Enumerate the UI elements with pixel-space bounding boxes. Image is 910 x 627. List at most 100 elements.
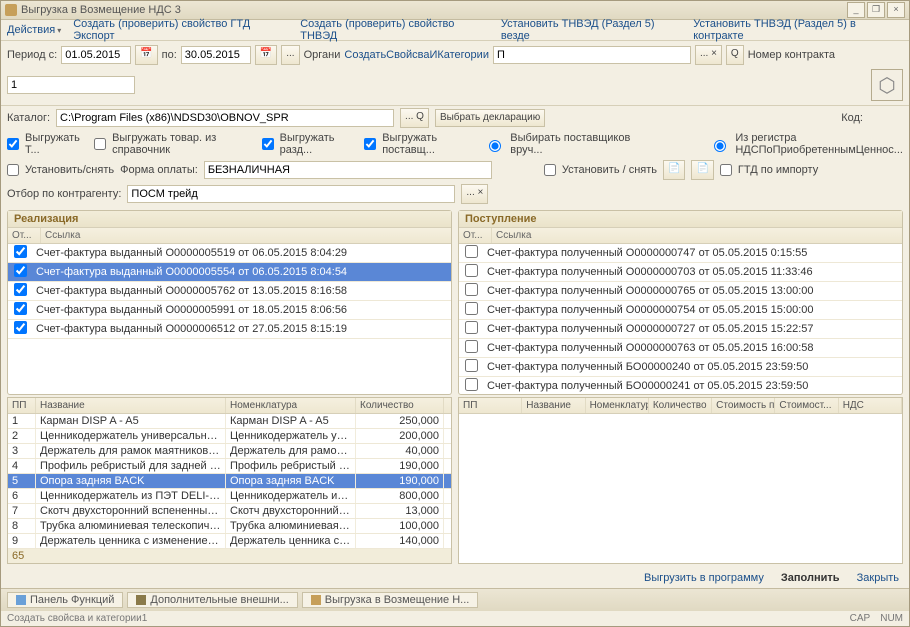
list-item[interactable]: Счет-фактура полученный БО00000241 от 05… [459, 377, 902, 394]
row-check[interactable] [465, 264, 478, 277]
list-item[interactable]: Счет-фактура полученный О0000000747 от 0… [459, 244, 902, 263]
close-link[interactable]: Закрыть [857, 572, 899, 584]
list-item[interactable]: Счет-фактура выданный О0000006512 от 27.… [8, 320, 451, 339]
row-check[interactable] [14, 302, 27, 315]
catalog-input[interactable] [56, 109, 394, 127]
contract-input[interactable] [7, 76, 135, 94]
status-tab-2[interactable]: Дополнительные внешни... [127, 592, 297, 608]
minimize-button[interactable]: _ [847, 2, 865, 18]
row-check[interactable] [465, 321, 478, 334]
list-item[interactable]: Счет-фактура полученный О0000000703 от 0… [459, 263, 902, 282]
row-check[interactable] [465, 340, 478, 353]
menu-tnved-all[interactable]: Установить ТНВЭД (Раздел 5) везде [501, 18, 681, 42]
menu-gtd-export[interactable]: Создать (проверить) свойство ГТД Экспорт [73, 18, 288, 42]
row-text: Счет-фактура выданный О0000005991 от 18.… [32, 304, 451, 316]
table-row[interactable]: 9Держатель ценника с изменением угла н..… [8, 534, 451, 549]
row-check[interactable] [14, 283, 27, 296]
list-ico2[interactable]: 📄 [691, 160, 713, 180]
col-link[interactable]: Ссылка [41, 228, 451, 243]
chk-gtd-import[interactable] [720, 164, 732, 176]
menu-actions[interactable]: Действия▾ [7, 24, 61, 36]
list-item[interactable]: Счет-фактура выданный О0000005991 от 18.… [8, 301, 451, 320]
grid-col[interactable]: Номенклатура [226, 398, 356, 413]
list-ico1[interactable]: 📄 [663, 160, 685, 180]
items-grid-left-body[interactable]: 1Карман DISP A - A5Карман DISP A - A5250… [8, 414, 451, 549]
catalog-row: Каталог: ... Q Выбрать декларацию Код: [1, 106, 909, 130]
list-item[interactable]: Счет-фактура полученный О0000000754 от 0… [459, 301, 902, 320]
grid-col[interactable]: Номенклатура [586, 398, 649, 413]
footer-actions: Выгрузить в программу Заполнить Закрыть [1, 568, 909, 588]
grid-col[interactable]: Стоимост... [775, 398, 838, 413]
list-item[interactable]: Счет-фактура выданный О0000005554 от 06.… [8, 263, 451, 282]
menu-tnved-contract[interactable]: Установить ТНВЭД (Раздел 5) в контракте [693, 18, 903, 42]
grid-col[interactable]: ПП [8, 398, 36, 413]
row-check[interactable] [14, 321, 27, 334]
grid-col[interactable]: НДС [839, 398, 902, 413]
row-check[interactable] [465, 245, 478, 258]
table-row[interactable]: 1Карман DISP A - A5Карман DISP A - A5250… [8, 414, 451, 429]
filter-lookup[interactable]: ... × [461, 184, 488, 204]
list-item[interactable]: Счет-фактура полученный О0000000765 от 0… [459, 282, 902, 301]
list-item[interactable]: Счет-фактура полученный БО00000240 от 05… [459, 358, 902, 377]
table-row[interactable]: 4Профиль ребристый для задней опоры BA..… [8, 459, 451, 474]
realization-list[interactable]: Счет-фактура выданный О0000005519 от 06.… [8, 244, 451, 394]
grid-col[interactable]: Название [522, 398, 585, 413]
rad-from-registry[interactable] [714, 140, 726, 152]
items-grid-right-body[interactable] [459, 414, 902, 563]
fill-link[interactable]: Заполнить [781, 572, 840, 584]
grid-col[interactable]: Количество [649, 398, 712, 413]
org-q[interactable]: Q [726, 45, 744, 65]
close-button[interactable]: × [887, 2, 905, 18]
chk-export-t[interactable] [7, 138, 19, 150]
export-link[interactable]: Выгрузить в программу [644, 572, 764, 584]
rad-suppliers-manual[interactable] [489, 140, 501, 152]
list-item[interactable]: Счет-фактура выданный О0000005762 от 13.… [8, 282, 451, 301]
menu-tnved[interactable]: Создать (проверить) свойство ТНВЭД [300, 18, 489, 42]
grid-col[interactable]: Количество [356, 398, 444, 413]
period-from-picker[interactable]: 📅 [135, 45, 157, 65]
chk-goods-dir[interactable] [94, 138, 106, 150]
chk-suppliers[interactable] [364, 138, 376, 150]
organization-input[interactable] [493, 46, 691, 64]
grid-col[interactable]: ПП [459, 398, 522, 413]
period-to-picker[interactable]: 📅 [255, 45, 277, 65]
table-row[interactable]: 6Ценникодержатель из ПЭТ DELI-PRICER ...… [8, 489, 451, 504]
organization-label: Органи [304, 49, 341, 61]
table-row[interactable]: 7Скотч двухсторонний вспененный рулон 5.… [8, 504, 451, 519]
list-item[interactable]: Счет-фактура полученный О0000000727 от 0… [459, 320, 902, 339]
table-row[interactable]: 8Трубка алюминиевая телескопическая TE..… [8, 519, 451, 534]
chk-install[interactable] [544, 164, 556, 176]
col-marked[interactable]: От... [8, 228, 41, 243]
row-check[interactable] [465, 302, 478, 315]
payment-form-input[interactable] [204, 161, 492, 179]
period-select[interactable]: ... [281, 45, 299, 65]
grid-col[interactable]: Стоимость по СФ [712, 398, 775, 413]
row-check[interactable] [465, 283, 478, 296]
row-check[interactable] [465, 378, 478, 391]
status-tab-3[interactable]: Выгрузка в Возмещение Н... [302, 592, 479, 608]
select-declaration-button[interactable]: Выбрать декларацию [435, 109, 545, 127]
create-categories-link[interactable]: СоздатьСвойсваИКатегории [344, 49, 489, 61]
col-marked-r[interactable]: От... [459, 228, 492, 243]
cube-icon[interactable]: ⬡ [871, 69, 903, 101]
chk-set-unset[interactable] [7, 164, 19, 176]
receipt-list[interactable]: Счет-фактура полученный О0000000747 от 0… [459, 244, 902, 394]
row-check[interactable] [14, 264, 27, 277]
table-row[interactable]: 3Держатель для рамок маятниковый магн...… [8, 444, 451, 459]
chk-export-razd[interactable] [262, 138, 274, 150]
restore-button[interactable]: ❐ [867, 2, 885, 18]
col-link-r[interactable]: Ссылка [492, 228, 902, 243]
table-row[interactable]: 2Ценникодержатель универсальный DBH3...Ц… [8, 429, 451, 444]
list-item[interactable]: Счет-фактура выданный О0000005519 от 06.… [8, 244, 451, 263]
org-lookup[interactable]: ... × [695, 45, 722, 65]
grid-col[interactable]: Название [36, 398, 226, 413]
filter-input[interactable] [127, 185, 455, 203]
row-check[interactable] [14, 245, 27, 258]
row-check[interactable] [465, 359, 478, 372]
period-to[interactable] [181, 46, 251, 64]
status-tab-1[interactable]: Панель Функций [7, 592, 123, 608]
table-row[interactable]: 5Опора задняя BACKОпора задняя BACK190,0… [8, 474, 451, 489]
period-from[interactable] [61, 46, 131, 64]
list-item[interactable]: Счет-фактура полученный О0000000763 от 0… [459, 339, 902, 358]
catalog-browse[interactable]: ... Q [400, 108, 429, 128]
